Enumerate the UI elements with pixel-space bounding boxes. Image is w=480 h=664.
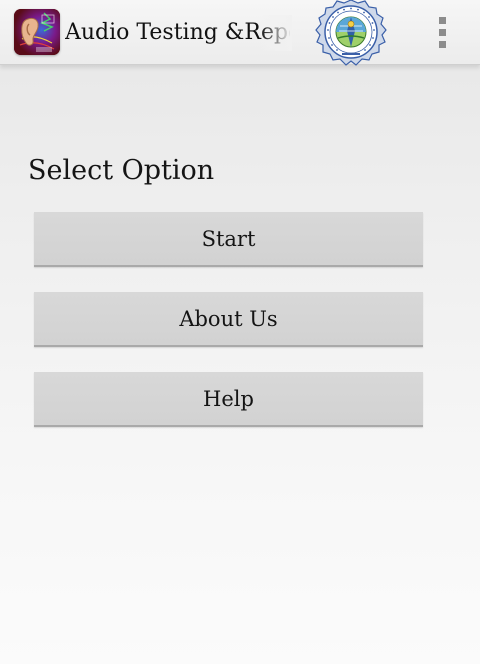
ear-icon[interactable] [14, 9, 60, 55]
about-us-button[interactable]: About Us [34, 292, 423, 347]
menu-dot [439, 41, 446, 48]
institution-seal-logo [306, 0, 396, 66]
overflow-menu-icon[interactable] [428, 12, 458, 52]
app-title: Audio Testing &Repell [65, 20, 290, 45]
action-bar: Audio Testing &Repell [0, 0, 480, 66]
help-button[interactable]: Help [34, 372, 423, 427]
menu-dot [439, 29, 446, 36]
title-fade [260, 15, 292, 51]
start-button[interactable]: Start [34, 212, 423, 267]
section-label: Select Option [28, 155, 215, 186]
menu-dot [439, 17, 446, 24]
